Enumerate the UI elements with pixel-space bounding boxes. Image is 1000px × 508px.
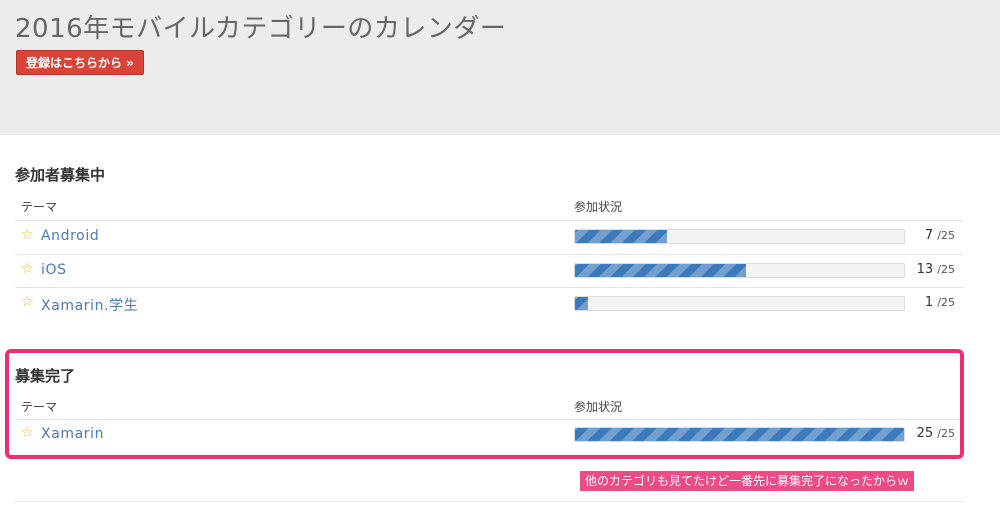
annotation-note: 他のカテゴリも見てたけど一番先に募集完了になったからｗ bbox=[580, 471, 915, 491]
participant-count: 1 /25 bbox=[924, 295, 955, 310]
divider bbox=[15, 501, 963, 502]
page-title: 2016年モバイルカテゴリーのカレンダー bbox=[15, 14, 507, 44]
theme-link-android[interactable]: Android bbox=[41, 228, 99, 244]
progress-bar bbox=[574, 296, 905, 311]
page-header: 2016年モバイルカテゴリーのカレンダー 登録はこちらから » bbox=[0, 0, 1000, 135]
recruiting-section: 参加者募集中 テーマ 参加状況 ☆ Android 7 /25 ☆ iOS 13… bbox=[15, 160, 963, 320]
progress-fill bbox=[575, 297, 589, 310]
column-header-theme: テーマ bbox=[21, 200, 58, 214]
progress-fill bbox=[575, 264, 747, 277]
participant-count: 13 /25 bbox=[916, 262, 955, 277]
theme-link-xamarin-student[interactable]: Xamarin.学生 bbox=[41, 295, 138, 315]
table-row: ☆ Xamarin.学生 1 /25 bbox=[15, 288, 963, 321]
section-title: 参加者募集中 bbox=[15, 166, 106, 184]
progress-bar bbox=[574, 263, 905, 278]
table-row: ☆ iOS 13 /25 bbox=[15, 255, 963, 288]
participant-count: 7 /25 bbox=[924, 228, 955, 243]
progress-fill bbox=[575, 230, 668, 243]
column-header-status: 参加状況 bbox=[574, 200, 623, 214]
star-outline-icon[interactable]: ☆ bbox=[21, 262, 36, 277]
progress-bar bbox=[574, 229, 905, 244]
table-row: ☆ Android 7 /25 bbox=[15, 221, 963, 254]
star-outline-icon[interactable]: ☆ bbox=[21, 295, 36, 310]
theme-link-ios[interactable]: iOS bbox=[41, 262, 67, 278]
register-button[interactable]: 登録はこちらから » bbox=[16, 50, 144, 75]
annotation-highlight-box bbox=[5, 349, 964, 459]
star-outline-icon[interactable]: ☆ bbox=[21, 228, 36, 243]
